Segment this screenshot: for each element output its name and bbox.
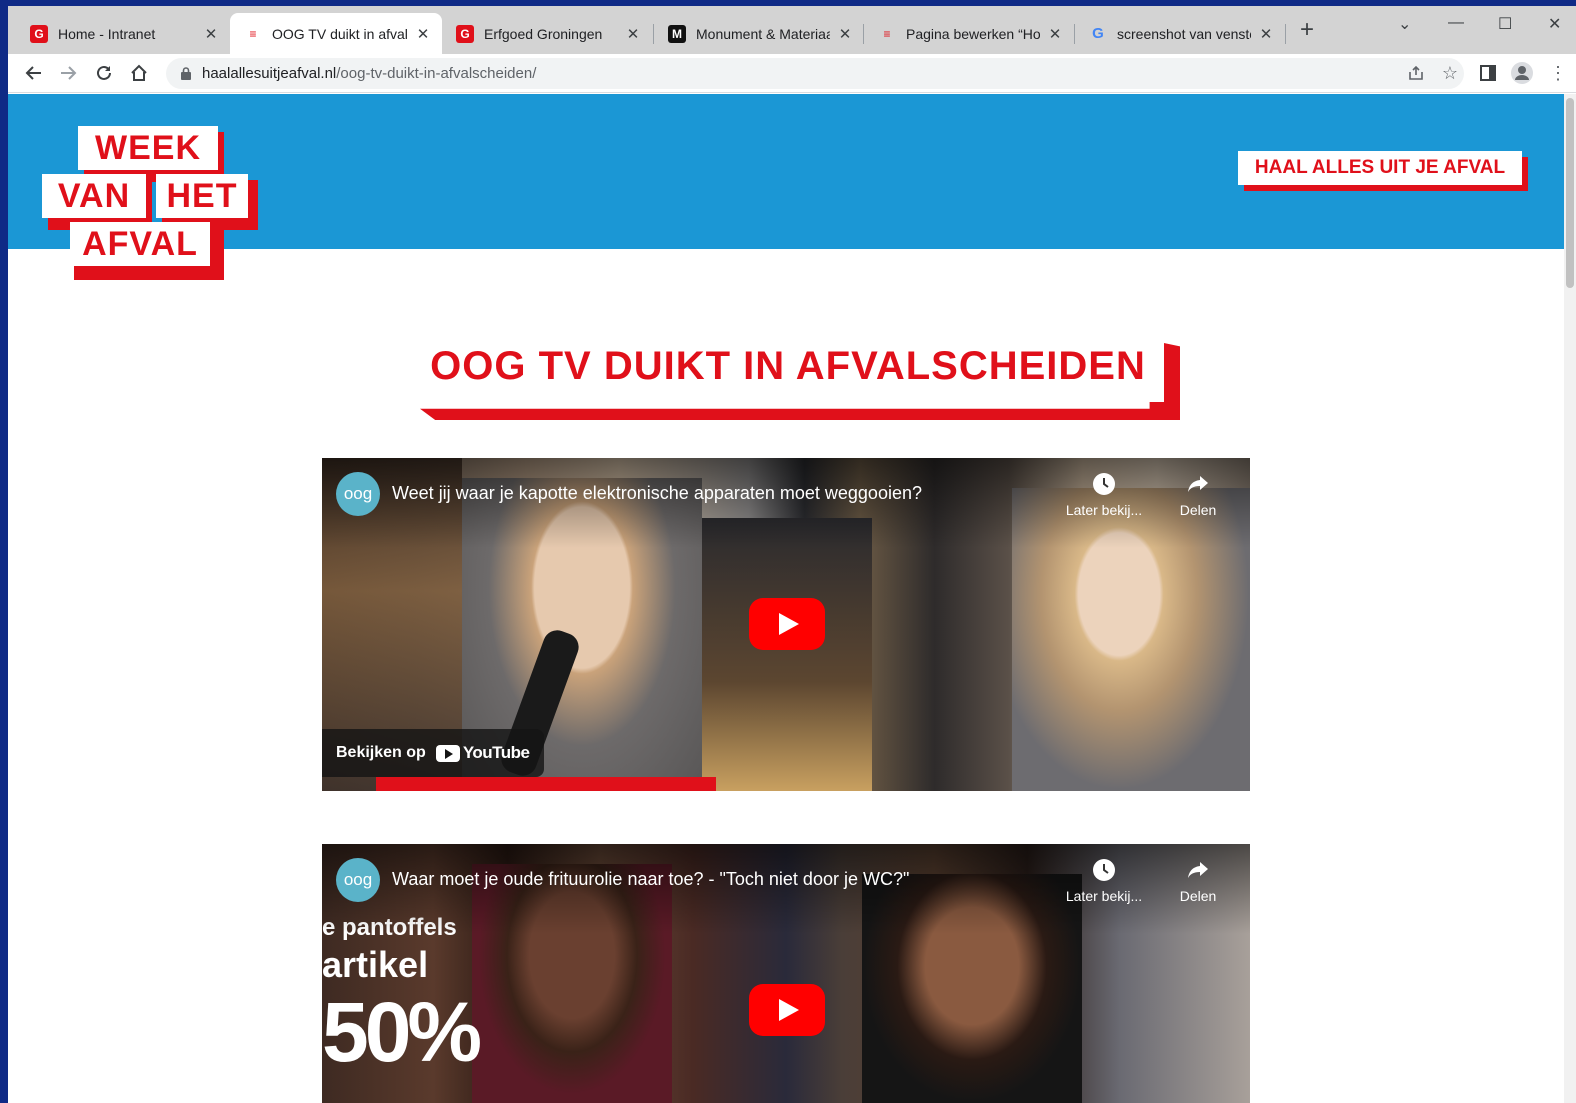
share-icon[interactable] [1408, 65, 1424, 86]
lock-icon[interactable] [181, 67, 191, 85]
youtube-embed-1[interactable]: oog Weet jij waar je kapotte elektronisc… [322, 458, 1250, 791]
site-favicon-icon: ≡ [249, 26, 257, 41]
browser-toolbar: haalallesuitjeafval.nl/oog-tv-duikt-in-a… [8, 54, 1576, 93]
share-label: Delen [1179, 888, 1217, 904]
site-favicon-icon: ≡ [883, 26, 891, 41]
watch-later-label: Later bekij... [1065, 888, 1143, 904]
close-tab-icon[interactable]: ✕ [1046, 25, 1064, 43]
share-label: Delen [1179, 502, 1217, 518]
watch-on-label: Bekijken op [336, 744, 426, 761]
browser-window: G Home - Intranet ✕ ≡ OOG TV duikt in af… [8, 6, 1576, 1103]
new-tab-button[interactable]: + [1300, 18, 1314, 42]
tab-title: OOG TV duikt in afvalsc [272, 25, 408, 42]
close-window-icon[interactable]: ✕ [1548, 14, 1561, 34]
play-button[interactable] [749, 598, 825, 650]
menu-icon[interactable]: ⋮ [1546, 61, 1570, 85]
video-title[interactable]: Weet jij waar je kapotte elektronische a… [392, 483, 922, 504]
tab-title: Pagina bewerken “Hom [906, 25, 1040, 42]
home-icon[interactable] [127, 61, 151, 85]
page-title: OOG TV DUIKT IN AFVALSCHEIDEN [430, 344, 1146, 388]
erfgoed-favicon-icon: G [456, 24, 474, 43]
tab-title: screenshot van venster [1117, 25, 1251, 42]
clock-icon [1093, 859, 1115, 881]
logo-word-het: HET [156, 174, 248, 218]
tab-screenshot-search[interactable]: G screenshot van venster ✕ [1075, 13, 1285, 54]
watch-later-button[interactable]: Later bekij... [1054, 858, 1154, 904]
tab-erfgoed-groningen[interactable]: G Erfgoed Groningen ✕ [442, 13, 652, 54]
tab-title: Erfgoed Groningen [484, 25, 603, 42]
profile-avatar-icon[interactable] [1510, 61, 1534, 85]
tab-separator [1285, 24, 1286, 44]
forward-icon[interactable] [56, 61, 80, 85]
tab-strip: G Home - Intranet ✕ ≡ OOG TV duikt in af… [8, 6, 1576, 54]
shop-sign-text: artikel [322, 944, 429, 985]
site-logo[interactable]: WEEK VAN HET AFVAL [42, 124, 262, 284]
logo-word-van: VAN [42, 174, 146, 218]
tab-monument-materiaal[interactable]: M Monument & Materiaal ✕ [654, 13, 864, 54]
watch-later-button[interactable]: Later bekij... [1054, 472, 1154, 518]
channel-avatar[interactable]: oog [336, 472, 380, 516]
play-button[interactable] [749, 984, 825, 1036]
url-text[interactable]: haalallesuitjeafval.nl/oog-tv-duikt-in-a… [202, 65, 536, 82]
google-favicon-icon: G [1092, 25, 1104, 42]
close-tab-icon[interactable]: ✕ [202, 25, 220, 43]
cta-link[interactable]: HAAL ALLES UIT JE AFVAL [1238, 151, 1522, 185]
scrollbar-thumb[interactable] [1566, 98, 1574, 288]
maximize-icon[interactable]: ☐ [1498, 14, 1512, 34]
share-arrow-icon [1188, 862, 1208, 878]
url-path: /oog-tv-duikt-in-afvalscheiden/ [336, 65, 537, 82]
share-arrow-icon [1188, 476, 1208, 492]
bookmark-star-icon[interactable]: ☆ [1442, 63, 1458, 84]
tab-home-intranet[interactable]: G Home - Intranet ✕ [16, 13, 230, 54]
tab-search-icon[interactable]: ⌄ [1398, 14, 1411, 34]
logo-word-afval: AFVAL [70, 222, 210, 266]
back-icon[interactable] [22, 61, 46, 85]
close-tab-icon[interactable]: ✕ [1257, 25, 1275, 43]
youtube-play-icon [435, 744, 460, 762]
youtube-logo: YouTube [435, 743, 530, 763]
web-page: HAAL ALLES UIT JE AFVAL WEEK VAN HET AFV… [8, 94, 1564, 1103]
close-tab-icon[interactable]: ✕ [836, 25, 854, 43]
watch-on-youtube[interactable]: Bekijken op YouTube [322, 729, 544, 777]
tab-title: Monument & Materiaal [696, 25, 830, 42]
shop-sign-text: 50% [322, 985, 482, 1079]
watch-later-label: Later bekij... [1065, 502, 1143, 518]
youtube-embed-2[interactable]: e pantoffels artikel 50% oog Waar moet j… [322, 844, 1250, 1103]
address-bar[interactable]: haalallesuitjeafval.nl/oog-tv-duikt-in-a… [166, 58, 1464, 89]
tab-oog-tv[interactable]: ≡ OOG TV duikt in afvalsc ✕ [230, 13, 442, 54]
tab-pagina-bewerken[interactable]: ≡ Pagina bewerken “Hom ✕ [864, 13, 1074, 54]
reload-icon[interactable] [92, 61, 116, 85]
clock-icon [1093, 473, 1115, 495]
side-panel-icon[interactable] [1476, 61, 1500, 85]
minimize-icon[interactable]: — [1448, 14, 1464, 32]
share-button[interactable]: Delen [1148, 858, 1248, 904]
close-tab-icon[interactable]: ✕ [414, 25, 432, 43]
video-title[interactable]: Waar moet je oude frituurolie naar toe? … [392, 869, 909, 890]
url-domain: haalallesuitjeafval.nl [202, 65, 337, 82]
close-tab-icon[interactable]: ✕ [624, 25, 642, 43]
page-title-block: OOG TV DUIKT IN AFVALSCHEIDEN [412, 334, 1180, 424]
monument-favicon-icon: M [668, 24, 686, 43]
intranet-favicon-icon: G [30, 24, 48, 43]
lower-banner [376, 777, 716, 791]
tab-title: Home - Intranet [58, 25, 156, 42]
logo-word-week: WEEK [78, 126, 218, 170]
channel-avatar[interactable]: oog [336, 858, 380, 902]
share-button[interactable]: Delen [1148, 472, 1248, 518]
